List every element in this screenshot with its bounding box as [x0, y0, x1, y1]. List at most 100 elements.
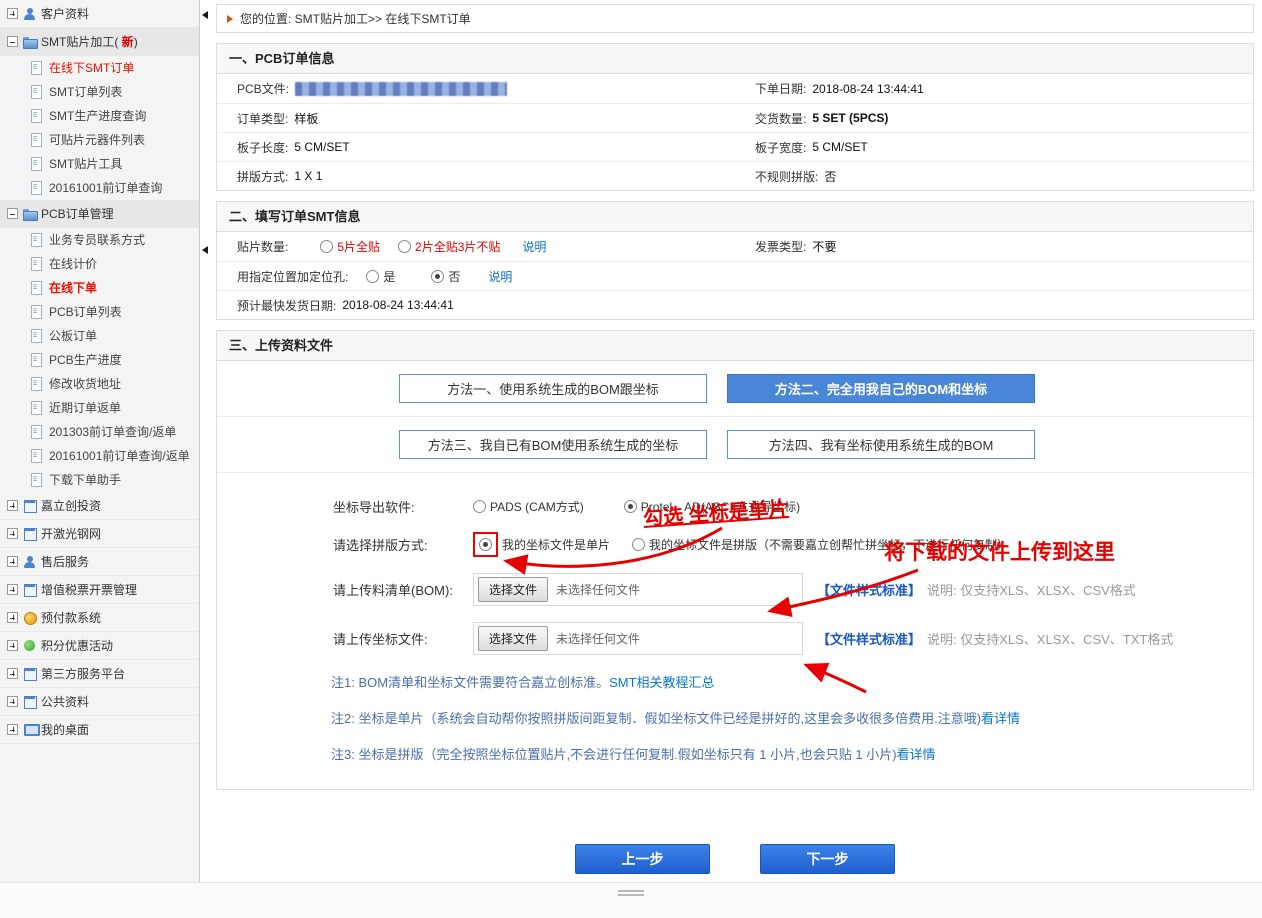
sidebar-subitem-smt-production-progress[interactable]: SMT生产进度查询 — [0, 104, 199, 128]
radio-checked-icon[interactable] — [431, 270, 444, 283]
mount-qty-option-2of5[interactable]: 2片全贴3片不贴 — [398, 238, 500, 255]
mount-qty-help-link[interactable]: 说明 — [522, 238, 546, 255]
sidebar-subitem-sales-contact[interactable]: 业务专员联系方式 — [0, 228, 199, 252]
coord-file-input[interactable]: 选择文件 未选择任何文件 — [473, 622, 803, 655]
expand-plus-icon[interactable] — [7, 500, 18, 511]
radio-icon[interactable] — [366, 270, 379, 283]
sidebar-subitem-smt-tools[interactable]: SMT贴片工具 — [0, 152, 199, 176]
bom-upload-row: 请上传料清单(BOM): 选择文件 未选择任何文件 【文件样式标准】 说明: 仅… — [217, 573, 1253, 606]
sidebar-subitem-public-board-order[interactable]: 公板订单 — [0, 324, 199, 348]
coord-choose-file-button[interactable]: 选择文件 — [478, 626, 548, 651]
smt-info-title: 二、填写订单SMT信息 — [217, 202, 1253, 232]
bottom-bar — [0, 882, 1262, 918]
sidebar-item-after-sales[interactable]: 售后服务 — [0, 548, 199, 576]
sidebar-item-public-resources[interactable]: 公共资料 — [0, 688, 199, 716]
hole-option-yes[interactable]: 是 — [366, 268, 395, 285]
board-length-cell: 板子长度: 5 CM/SET — [217, 139, 735, 156]
sidebar-subitem-label: 业务专员联系方式 — [49, 233, 145, 247]
board-length-value: 5 CM/SET — [294, 140, 349, 154]
method-4-button[interactable]: 方法四、我有坐标使用系统生成的BOM — [727, 430, 1035, 459]
sidebar-subitem-pre-20161001-orders-pcb[interactable]: 20161001前订单查询/返单 — [0, 444, 199, 468]
sidebar-collapse-arrow[interactable] — [202, 11, 208, 19]
sidebar-item-prepayment[interactable]: 预付款系统 — [0, 604, 199, 632]
bom-file-input[interactable]: 选择文件 未选择任何文件 — [473, 573, 803, 606]
sidebar-item-customer-info[interactable]: 客户资料 — [0, 0, 199, 28]
expand-plus-icon[interactable] — [7, 668, 18, 679]
sidebar-subitem-pcb-order-list[interactable]: PCB订单列表 — [0, 300, 199, 324]
resize-handle[interactable] — [618, 888, 644, 898]
mount-qty-option-all5[interactable]: 5片全贴 — [320, 238, 380, 255]
expand-plus-icon[interactable] — [7, 528, 18, 539]
hole-help-link[interactable]: 说明 — [488, 268, 512, 285]
order-type-value: 样板 — [294, 110, 318, 127]
sidebar-subitem-label: 在线计价 — [49, 257, 97, 271]
previous-step-button[interactable]: 上一步 — [575, 844, 710, 874]
sidebar-subitem-label: 近期订单返单 — [49, 401, 121, 415]
breadcrumb-arrow-icon — [227, 15, 233, 23]
sidebar-subitem-download-order-helper[interactable]: 下载下单助手 — [0, 468, 199, 492]
sidebar-subitem-label: 20161001前订单查询 — [49, 181, 162, 195]
expand-plus-icon[interactable] — [7, 724, 18, 735]
coord-format-note: 说明: 仅支持XLS、XLSX、CSV、TXT格式 — [927, 629, 1173, 648]
sidebar-subitem-pre-201303-orders[interactable]: 201303前订单查询/返单 — [0, 420, 199, 444]
smt-tutorials-link[interactable]: SMT相关教程汇总 — [609, 675, 714, 690]
sidebar-item-my-desktop[interactable]: 我的桌面 — [0, 716, 199, 744]
coord-software-option-pads[interactable]: PADS (CAM方式) — [473, 498, 584, 515]
sidebar-item-smt-processing[interactable]: SMT贴片加工( 新) — [0, 28, 199, 56]
coord-upload-label: 请上传坐标文件: — [333, 629, 473, 648]
method-2-button[interactable]: 方法二、完全用我自己的BOM和坐标 — [727, 374, 1035, 403]
document-icon — [30, 353, 43, 366]
coord-style-standard-link[interactable]: 【文件样式标准】 — [817, 629, 921, 648]
sidebar-subitem-pcb-production-progress[interactable]: PCB生产进度 — [0, 348, 199, 372]
coord-software-label: 坐标导出软件: — [333, 497, 473, 516]
sidebar-subitem-modify-shipping-address[interactable]: 修改收货地址 — [0, 372, 199, 396]
radio-icon[interactable] — [320, 240, 333, 253]
expand-plus-icon[interactable] — [7, 696, 18, 707]
pcb-file-censored-value — [295, 82, 507, 96]
hole-option-no[interactable]: 否 — [431, 268, 460, 285]
radio-icon[interactable] — [398, 240, 411, 253]
invoice-value: 不要 — [812, 238, 836, 255]
method-1-button[interactable]: 方法一、使用系统生成的BOM跟坐标 — [399, 374, 707, 403]
sidebar-item-jlc-investment[interactable]: 嘉立创投资 — [0, 492, 199, 520]
bom-style-standard-link[interactable]: 【文件样式标准】 — [817, 580, 921, 599]
collapse-minus-icon[interactable] — [7, 208, 18, 219]
radio-checked-icon[interactable] — [624, 500, 637, 513]
board-width-value: 5 CM/SET — [812, 140, 867, 154]
expand-plus-icon[interactable] — [7, 612, 18, 623]
order-date-cell: 下单日期: 2018-08-24 13:44:41 — [735, 80, 1253, 97]
note2-details-link[interactable]: 看详情 — [981, 711, 1020, 726]
document-icon — [30, 449, 43, 462]
positioning-hole-cell: 用指定位置加定位孔: 是 否 说明 — [217, 268, 1253, 285]
expand-plus-icon[interactable] — [7, 584, 18, 595]
sidebar-item-laser-stencil[interactable]: 开激光钢网 — [0, 520, 199, 548]
bom-choose-file-button[interactable]: 选择文件 — [478, 577, 548, 602]
sidebar-collapse-arrow[interactable] — [202, 246, 208, 254]
info-row: 拼版方式: 1 X 1 不规则拼版: 否 — [217, 161, 1253, 190]
sidebar-subitem-mountable-components[interactable]: 可贴片元器件列表 — [0, 128, 199, 152]
method-3-button[interactable]: 方法三、我自已有BOM使用系统生成的坐标 — [399, 430, 707, 459]
expand-plus-icon[interactable] — [7, 8, 18, 19]
expand-plus-icon[interactable] — [7, 640, 18, 651]
sidebar-subitem-online-order[interactable]: 在线下单 — [0, 276, 199, 300]
sidebar-subitem-pre-20161001-orders[interactable]: 20161001前订单查询 — [0, 176, 199, 200]
sidebar-subitem-online-quote[interactable]: 在线计价 — [0, 252, 199, 276]
radio-icon[interactable] — [473, 500, 486, 513]
next-step-button[interactable]: 下一步 — [760, 844, 895, 874]
delivery-qty-value: 5 SET (5PCS) — [812, 111, 888, 125]
collapse-minus-icon[interactable] — [7, 36, 18, 47]
sidebar-item-vat-invoice[interactable]: 增值税票开票管理 — [0, 576, 199, 604]
expand-plus-icon[interactable] — [7, 556, 18, 567]
radio-icon[interactable] — [632, 538, 645, 551]
sidebar-item-third-party-platform[interactable]: 第三方服务平台 — [0, 660, 199, 688]
sidebar-subitem-online-smt-order[interactable]: 在线下SMT订单 — [0, 56, 199, 80]
sidebar-item-pcb-order-management[interactable]: PCB订单管理 — [0, 200, 199, 228]
note-3: 注3: 坐标是拼版（完全按照坐标位置贴片,不会进行任何复制.假如坐标只有 1 小… — [331, 744, 1253, 763]
note3-details-link[interactable]: 看详情 — [897, 747, 936, 762]
sidebar-item-points-activity[interactable]: 积分优惠活动 — [0, 632, 199, 660]
sidebar-subitem-smt-order-list[interactable]: SMT订单列表 — [0, 80, 199, 104]
panel-option-single[interactable]: 我的坐标文件是单片 — [502, 536, 610, 553]
sidebar-item-label: 预付款系统 — [41, 609, 101, 626]
radio-checked-icon[interactable] — [479, 538, 492, 551]
sidebar-subitem-recent-reorder[interactable]: 近期订单返单 — [0, 396, 199, 420]
